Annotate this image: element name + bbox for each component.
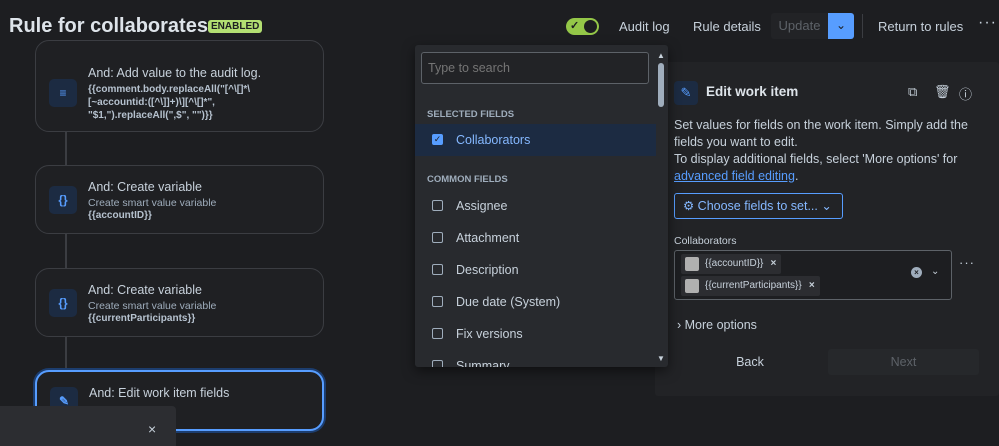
option-label: Collaborators [456,133,531,147]
option-label: Summary [456,359,510,367]
advanced-field-editing-link[interactable]: advanced field editing [674,169,795,183]
option-assignee[interactable]: Assignee [415,190,656,222]
scroll-down-icon[interactable]: ▼ [657,354,665,363]
connector [65,337,67,371]
option-label: Attachment [456,231,520,245]
checkbox[interactable] [432,360,443,367]
audit-log-button[interactable]: Audit log [619,19,670,34]
checkbox-checked[interactable]: ✓ [432,134,443,145]
card-subtitle: Create smart value variable [88,300,217,312]
remove-icon[interactable]: × [809,276,815,296]
card-subtitle: Create smart value variable [88,197,217,209]
edit-work-item-panel: ✎ Edit work item ⧉ 🗑 ⓘ Set values for fi… [655,62,999,396]
avatar [685,279,699,293]
braces-icon: {} [49,289,77,317]
enable-toggle[interactable]: ✓ [566,18,599,35]
chip: {{currentParticipants}} × [681,276,820,296]
option-summary[interactable]: Summary [415,350,656,367]
card-value: {{currentParticipants}} [88,313,196,324]
option-label: Fix versions [456,327,523,341]
collaborators-select[interactable]: {{accountID}} × {{currentParticipants}} × … [674,250,952,300]
checkbox[interactable] [432,200,443,211]
card-title: And: Create variable [88,283,202,297]
remove-icon[interactable]: × [771,254,777,274]
group-header: COMMON FIELDS [427,174,508,185]
more-icon[interactable]: ··· [978,14,997,32]
chip: {{accountID}} × [681,254,782,274]
scroll-thumb[interactable] [658,63,664,107]
rule-step-card[interactable]: {} And: Create variable Create smart val… [35,268,324,337]
option-label: Due date (System) [456,295,561,309]
rule-details-button[interactable]: Rule details [693,19,761,34]
chevron-down-icon[interactable]: ⌄ [931,266,939,277]
scrollbar[interactable]: ▲ ▼ [656,51,666,363]
return-to-rules-button[interactable]: Return to rules [878,19,963,34]
desc-text: Set values for fields on the work item. … [674,118,968,149]
field-picker-dropdown: ▲▼ SELECTED FIELDS ✓Collaborators COMMON… [415,45,668,367]
help-icon[interactable]: ⓘ [959,84,972,103]
check-icon: ✓ [570,20,580,32]
card-title: And: Edit work item fields [89,386,230,400]
back-button[interactable]: Back [674,349,826,375]
field-more-icon[interactable]: ··· [959,255,975,270]
card-body: [~accountid:([^\]]+)\][^\[]*", [88,97,215,108]
panel-description: Set values for fields on the work item. … [674,117,984,185]
update-button[interactable]: Update [771,13,828,39]
card-title: And: Create variable [88,180,202,194]
chip-label: {{currentParticipants}} [705,280,802,291]
option-fix-versions[interactable]: Fix versions [415,318,656,350]
choose-fields-button[interactable]: ⚙ Choose fields to set... ⌄ [674,193,843,219]
divider [862,14,863,38]
option-collaborators[interactable]: ✓ Collaborators [415,124,656,156]
card-value: {{accountID}} [88,210,152,221]
delete-icon[interactable]: 🗑 [934,84,951,100]
close-icon[interactable]: × [148,421,156,437]
more-options-toggle[interactable]: › More options [677,318,757,332]
option-attachment[interactable]: Attachment [415,222,656,254]
toast: × [0,406,176,446]
card-title: And: Add value to the audit log. [88,66,262,80]
scroll-up-icon[interactable]: ▲ [657,51,665,60]
option-description[interactable]: Description [415,254,656,286]
toggle-knob [584,20,597,33]
option-due-date[interactable]: Due date (System) [415,286,656,318]
panel-title: Edit work item [706,84,799,99]
option-label: Description [456,263,519,277]
rule-step-card[interactable]: {} And: Create variable Create smart val… [35,165,324,234]
option-label: Assignee [456,199,508,213]
card-body: "$1,").replaceAll(",$", "")}} [88,110,213,121]
checkbox[interactable] [432,296,443,307]
checkbox[interactable] [432,328,443,339]
edit-icon: ✎ [674,81,698,105]
checkbox[interactable] [432,264,443,275]
page-title: Rule for collaborates [9,15,208,37]
log-icon: ≡ [49,79,77,107]
group-header: SELECTED FIELDS [427,109,515,120]
desc-text: To display additional fields, select 'Mo… [674,152,958,166]
search-input[interactable] [421,52,649,84]
desc-text: . [794,169,799,183]
clear-icon[interactable]: × [911,267,922,278]
field-label: Collaborators [674,235,737,247]
connector [65,233,67,268]
duplicate-icon[interactable]: ⧉ [908,84,917,100]
rule-step-card[interactable]: ≡ And: Add value to the audit log. {{com… [35,40,324,132]
card-body: {{comment.body.replaceAll("[^\[]*\ [88,84,251,95]
avatar [685,257,699,271]
braces-icon: {} [49,186,77,214]
checkbox[interactable] [432,232,443,243]
update-dropdown-chevron-icon[interactable]: ⌄ [828,13,854,39]
status-badge: ENABLED [208,20,263,33]
chip-label: {{accountID}} [705,258,764,269]
next-button[interactable]: Next [828,349,979,375]
connector [65,132,67,166]
